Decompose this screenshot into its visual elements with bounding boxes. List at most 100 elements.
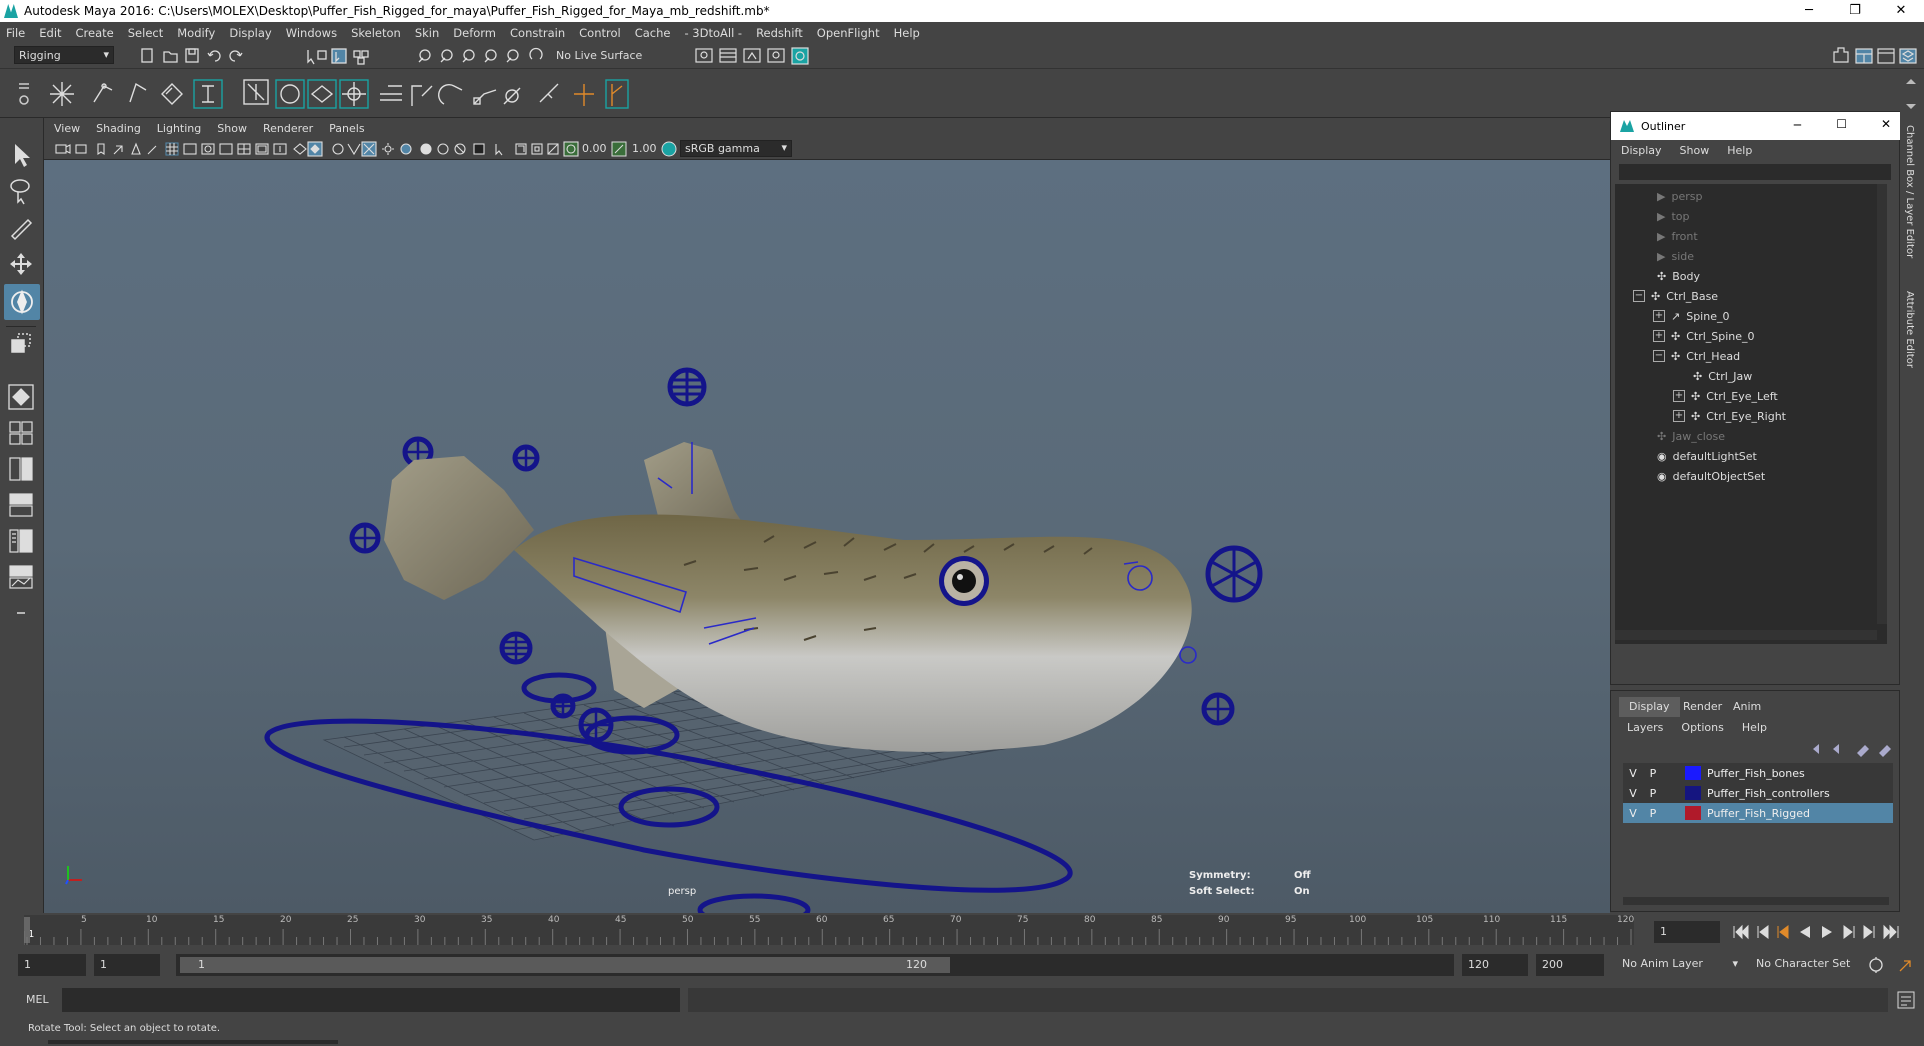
layout-graph-persp-icon[interactable]: [6, 562, 36, 592]
live-surface-label[interactable]: No Live Surface: [556, 49, 642, 62]
shelf-rigging-tools[interactable]: [44, 76, 684, 112]
outliner-item[interactable]: + ↗ Spine_0: [1653, 306, 1729, 326]
outliner-item[interactable]: + ✣ Ctrl_Spine_0: [1653, 326, 1755, 346]
layer-row[interactable]: V P Puffer_Fish_bones: [1623, 763, 1893, 783]
tab-display[interactable]: Display: [1619, 697, 1680, 717]
menu-cache[interactable]: Cache: [635, 26, 671, 40]
shelf-scroll-arrows[interactable]: [1904, 76, 1918, 112]
layout-stacked-icon[interactable]: [6, 490, 36, 520]
collapse-icon[interactable]: −: [1653, 350, 1665, 362]
layer-color-swatch[interactable]: [1685, 786, 1701, 800]
outliner-close-button[interactable]: ✕: [1881, 117, 1891, 131]
outliner-item[interactable]: ▶ persp: [1657, 186, 1702, 206]
puffer-fish-scene[interactable]: [44, 160, 1610, 914]
color-management-icon[interactable]: [660, 140, 678, 158]
layer-menu-help[interactable]: Help: [1742, 721, 1767, 734]
layer-action-icons[interactable]: [1809, 741, 1895, 757]
menu-edit[interactable]: Edit: [39, 26, 61, 40]
menu-skin[interactable]: Skin: [415, 26, 439, 40]
layout-four-view-icon[interactable]: [6, 418, 36, 448]
layer-row[interactable]: V P Puffer_Fish_Rigged: [1623, 803, 1893, 823]
outliner-item[interactable]: + ✣ Ctrl_Eye_Left: [1673, 386, 1778, 406]
outliner-item[interactable]: ▶ front: [1657, 226, 1698, 246]
attribute-editor-tab[interactable]: Attribute Editor: [1904, 291, 1915, 368]
scene-start-field[interactable]: 1: [18, 954, 86, 976]
layer-playback-toggle[interactable]: P: [1643, 767, 1663, 780]
outliner-item[interactable]: ◉ defaultObjectSet: [1657, 466, 1765, 486]
viewport-menu-lighting[interactable]: Lighting: [157, 122, 201, 135]
last-tool-icon[interactable]: [6, 382, 36, 412]
menuset-dropdown[interactable]: Rigging ▾: [14, 46, 114, 64]
layout-two-view-icon[interactable]: [6, 454, 36, 484]
layer-visibility-toggle[interactable]: V: [1623, 807, 1643, 820]
viewport-menu-shading[interactable]: Shading: [96, 122, 141, 135]
outliner-menu-display[interactable]: Display: [1621, 144, 1662, 157]
outliner-item[interactable]: ✣ Ctrl_Jaw: [1693, 366, 1752, 386]
playback-end-field[interactable]: 120: [1462, 954, 1528, 976]
expand-icon[interactable]: +: [1653, 330, 1665, 342]
viewport-menu-show[interactable]: Show: [217, 122, 247, 135]
close-button[interactable]: ✕: [1878, 0, 1924, 22]
menu-select[interactable]: Select: [128, 26, 163, 40]
layer-row[interactable]: V P Puffer_Fish_controllers: [1623, 783, 1893, 803]
scale-tool-icon[interactable]: [6, 328, 36, 358]
menu-help[interactable]: Help: [894, 26, 920, 40]
menu-skeleton[interactable]: Skeleton: [351, 26, 401, 40]
outliner-item[interactable]: + ✣ Ctrl_Eye_Right: [1673, 406, 1786, 426]
layer-color-swatch[interactable]: [1685, 806, 1701, 820]
outliner-horizontal-scrollbar[interactable]: [1615, 630, 1877, 640]
lasso-tool-icon[interactable]: [6, 176, 36, 206]
paint-select-tool-icon[interactable]: [6, 212, 36, 242]
menu-constrain[interactable]: Constrain: [510, 26, 565, 40]
menu-3dtoall[interactable]: - 3DtoAll -: [684, 26, 742, 40]
outliner-item[interactable]: ▶ side: [1657, 246, 1694, 266]
gamma-field[interactable]: 1.00: [632, 142, 657, 155]
mel-command-input[interactable]: [62, 988, 680, 1012]
mel-label[interactable]: MEL: [26, 993, 49, 1006]
preferences-icons[interactable]: [1866, 954, 1920, 976]
layer-color-swatch[interactable]: [1685, 766, 1701, 780]
move-tool-icon[interactable]: [6, 250, 36, 280]
timeline-track[interactable]: 1 5 10 15 20 25 30 35 40 45 50 55 60 65 …: [24, 915, 1634, 945]
menu-modify[interactable]: Modify: [177, 26, 215, 40]
viewport-menu-renderer[interactable]: Renderer: [263, 122, 313, 135]
outliner-item[interactable]: ✣ Jaw_close: [1657, 426, 1725, 446]
colorspace-dropdown[interactable]: sRGB gamma ▾: [680, 140, 792, 157]
outliner-item[interactable]: − ✣ Ctrl_Head: [1653, 346, 1740, 366]
shelf-menu-icon[interactable]: [18, 78, 30, 108]
anim-layer-dropdown[interactable]: No Anim Layer ▾: [1622, 957, 1738, 970]
exposure-field[interactable]: 0.00: [582, 142, 607, 155]
layout-collapse-icon[interactable]: [6, 598, 36, 628]
minimize-button[interactable]: ─: [1786, 0, 1832, 22]
expand-icon[interactable]: +: [1673, 410, 1685, 422]
expand-icon[interactable]: +: [1653, 310, 1665, 322]
layer-horizontal-scrollbar[interactable]: [1623, 897, 1889, 905]
menu-file[interactable]: File: [6, 26, 25, 40]
viewport-menu-panels[interactable]: Panels: [329, 122, 364, 135]
outliner-item[interactable]: − ✣ Ctrl_Base: [1633, 286, 1718, 306]
scene-end-field[interactable]: 200: [1536, 954, 1604, 976]
menu-create[interactable]: Create: [76, 26, 114, 40]
expand-icon[interactable]: +: [1673, 390, 1685, 402]
render-icons[interactable]: [690, 47, 820, 65]
layer-visibility-toggle[interactable]: V: [1623, 787, 1643, 800]
character-set-dropdown[interactable]: No Character Set: [1756, 957, 1866, 970]
layer-menu-options[interactable]: Options: [1681, 721, 1723, 734]
outliner-item[interactable]: ✣ Body: [1657, 266, 1700, 286]
outliner-search-input[interactable]: [1619, 164, 1891, 180]
outliner-item[interactable]: ◉ defaultLightSet: [1657, 446, 1757, 466]
restore-button[interactable]: ❐: [1832, 0, 1878, 22]
outliner-menu-help[interactable]: Help: [1727, 144, 1752, 157]
menu-control[interactable]: Control: [579, 26, 621, 40]
viewport-menu-view[interactable]: View: [54, 122, 80, 135]
outliner-item[interactable]: ▶ top: [1657, 206, 1690, 226]
collapse-icon[interactable]: −: [1633, 290, 1645, 302]
menu-openflight[interactable]: OpenFlight: [817, 26, 880, 40]
outliner-vertical-scrollbar[interactable]: [1877, 184, 1887, 624]
viewport-3d-canvas[interactable]: persp Symmetry: Off Soft Select: On: [44, 160, 1610, 914]
range-slider[interactable]: 1 120: [176, 954, 1454, 976]
layout-outliner-persp-icon[interactable]: [6, 526, 36, 556]
outliner-maximize-button[interactable]: ☐: [1836, 117, 1847, 131]
help-line-scrollbar[interactable]: [48, 1040, 338, 1044]
select-tool-icon[interactable]: [6, 140, 36, 170]
